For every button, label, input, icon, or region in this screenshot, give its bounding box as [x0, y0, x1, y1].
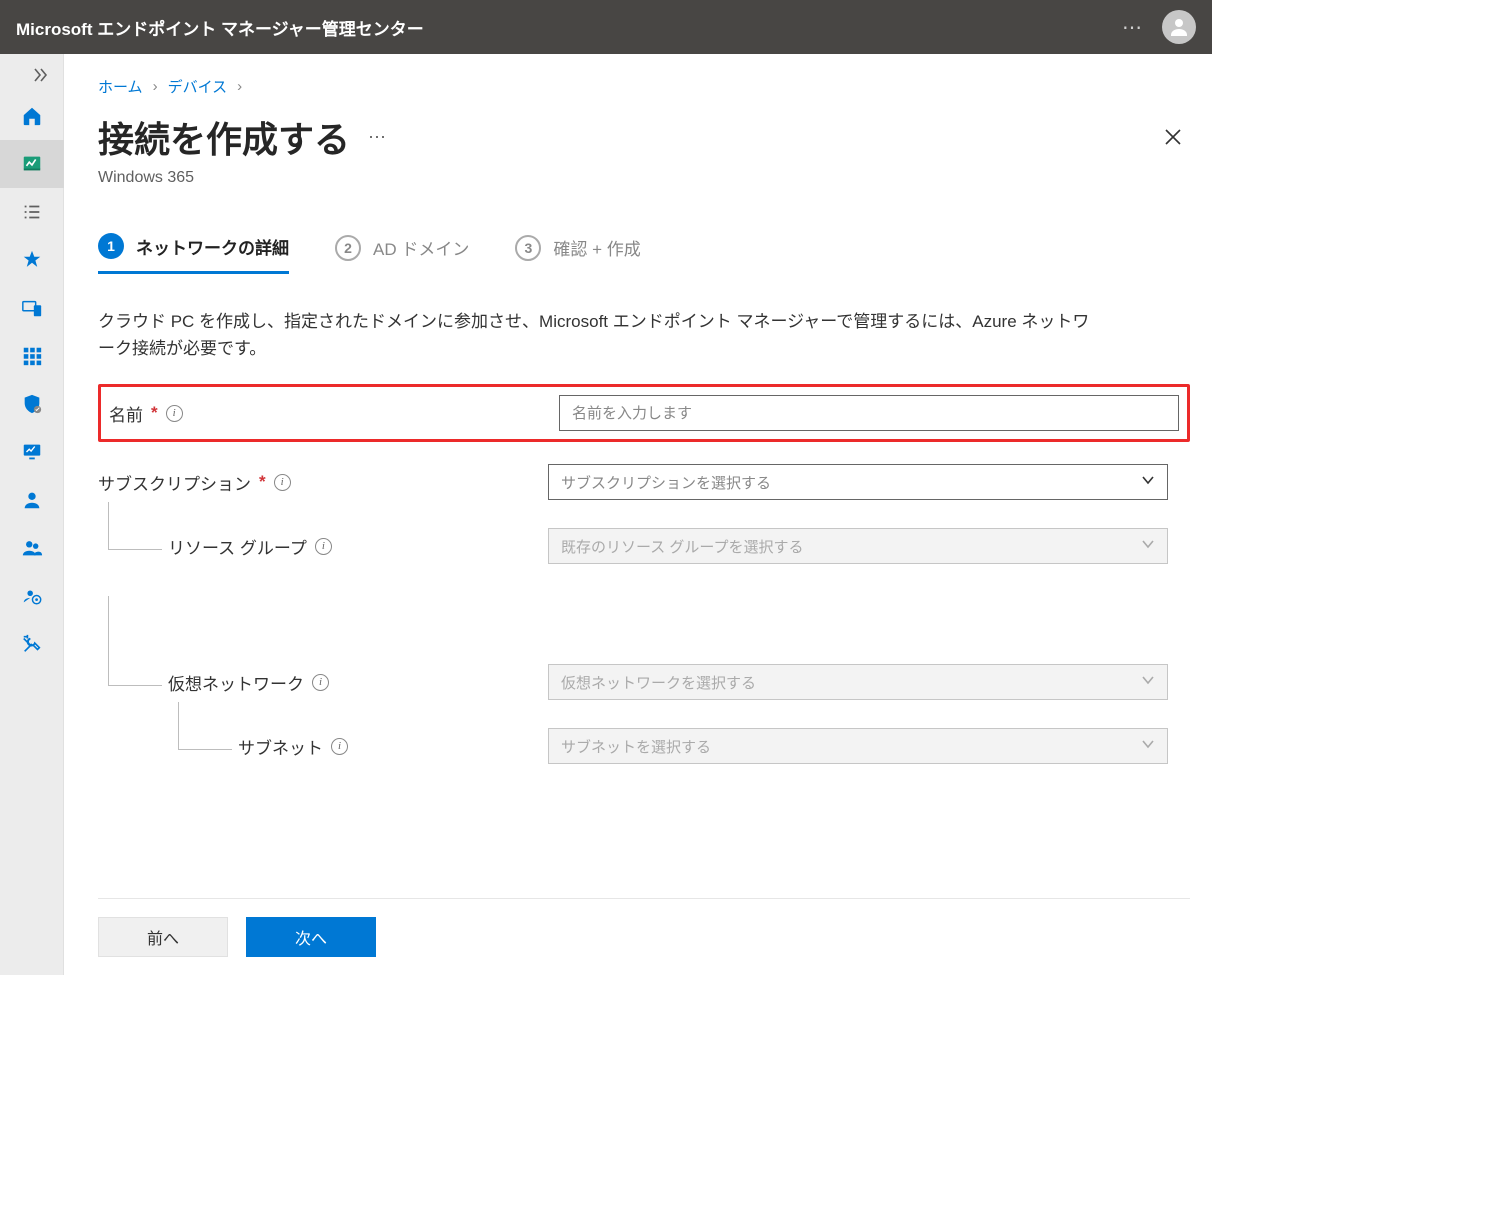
breadcrumb-home[interactable]: ホーム — [98, 76, 143, 97]
monitor-chart-icon — [21, 441, 43, 463]
breadcrumb-devices[interactable]: デバイス — [168, 76, 228, 97]
nav-home[interactable] — [0, 92, 64, 140]
left-nav — [0, 54, 64, 975]
row-name: 名前 * i — [98, 384, 1190, 442]
select-placeholder: サブスクリプションを選択する — [561, 472, 771, 493]
wizard-steps: 1 ネットワークの詳細 2 AD ドメイン 3 確認 + 作成 — [98, 233, 1190, 274]
top-bar: Microsoft エンドポイント マネージャー管理センター ⋯ — [0, 0, 1212, 54]
select-placeholder: 既存のリソース グループを選択する — [561, 536, 804, 557]
list-icon — [21, 201, 43, 223]
more-icon[interactable]: ⋯ — [1122, 15, 1144, 40]
star-icon — [21, 249, 43, 271]
label-subscription: サブスクリプション — [98, 470, 251, 495]
subscription-select[interactable]: サブスクリプションを選択する — [548, 464, 1168, 500]
breadcrumb: ホーム › デバイス › — [98, 76, 1190, 97]
row-subnet: サブネット i サブネットを選択する — [238, 720, 1190, 772]
grid-icon — [21, 345, 43, 367]
step-label: AD ドメイン — [373, 235, 469, 260]
next-button[interactable]: 次へ — [246, 917, 376, 957]
chevron-down-icon — [1141, 473, 1155, 491]
resource-group-select: 既存のリソース グループを選択する — [548, 528, 1168, 564]
nav-list[interactable] — [0, 188, 64, 236]
chevron-double-right-icon — [33, 68, 49, 82]
user-icon — [21, 489, 43, 511]
step-description: クラウド PC を作成し、指定されたドメインに参加させ、Microsoft エン… — [98, 308, 1098, 362]
nav-users[interactable] — [0, 476, 64, 524]
dashboard-icon — [21, 153, 43, 175]
step-label: 確認 + 作成 — [553, 235, 640, 260]
close-icon — [1164, 128, 1182, 146]
nav-reports[interactable] — [0, 428, 64, 476]
avatar[interactable] — [1162, 10, 1196, 44]
tools-icon — [21, 633, 43, 655]
nav-devices[interactable] — [0, 284, 64, 332]
select-placeholder: サブネットを選択する — [561, 736, 711, 757]
tree-connector — [108, 502, 162, 550]
app-title: Microsoft エンドポイント マネージャー管理センター — [16, 15, 424, 40]
subnet-select: サブネットを選択する — [548, 728, 1168, 764]
form: 名前 * i サブスクリプション * i サブスクリプションを選択する — [98, 384, 1190, 772]
tree-connector — [178, 702, 232, 750]
info-icon[interactable]: i — [166, 405, 183, 422]
main-content: ホーム › デバイス › 接続を作成する ⋯ Windows 365 1 ネット… — [64, 54, 1224, 975]
vnet-select: 仮想ネットワークを選択する — [548, 664, 1168, 700]
step-number: 1 — [98, 233, 124, 259]
name-input[interactable] — [559, 395, 1179, 431]
nav-dashboard[interactable] — [0, 140, 64, 188]
step-number: 3 — [515, 235, 541, 261]
nav-security[interactable] — [0, 380, 64, 428]
nav-tenant[interactable] — [0, 572, 64, 620]
nav-apps[interactable] — [0, 332, 64, 380]
page-subtitle: Windows 365 — [98, 169, 1190, 187]
page-more-icon[interactable]: ⋯ — [368, 127, 386, 148]
label-name: 名前 — [109, 401, 143, 426]
prev-button[interactable]: 前へ — [98, 917, 228, 957]
info-icon[interactable]: i — [312, 674, 329, 691]
row-subscription: サブスクリプション * i サブスクリプションを選択する — [98, 456, 1190, 508]
home-icon — [21, 105, 43, 127]
step-label: ネットワークの詳細 — [136, 234, 289, 259]
select-placeholder: 仮想ネットワークを選択する — [561, 672, 756, 693]
required-marker: * — [259, 472, 266, 492]
nav-troubleshoot[interactable] — [0, 620, 64, 668]
step-network[interactable]: 1 ネットワークの詳細 — [98, 233, 289, 274]
shield-icon — [21, 393, 43, 415]
step-ad-domain[interactable]: 2 AD ドメイン — [335, 233, 469, 274]
chevron-right-icon: › — [153, 78, 158, 95]
tree-connector — [108, 596, 162, 686]
label-resource-group: リソース グループ — [168, 534, 307, 559]
info-icon[interactable]: i — [331, 738, 348, 755]
step-number: 2 — [335, 235, 361, 261]
nav-favorites[interactable] — [0, 236, 64, 284]
wizard-footer: 前へ 次へ — [98, 898, 1190, 975]
chevron-right-icon: › — [237, 78, 242, 95]
row-resource-group: リソース グループ i 既存のリソース グループを選択する — [168, 520, 1190, 572]
page-title: 接続を作成する — [98, 111, 350, 163]
close-button[interactable] — [1156, 120, 1190, 154]
step-review[interactable]: 3 確認 + 作成 — [515, 233, 640, 274]
label-subnet: サブネット — [238, 734, 323, 759]
devices-icon — [21, 297, 43, 319]
chevron-down-icon — [1141, 537, 1155, 555]
info-icon[interactable]: i — [315, 538, 332, 555]
chevron-down-icon — [1141, 737, 1155, 755]
info-icon[interactable]: i — [274, 474, 291, 491]
gear-user-icon — [21, 585, 43, 607]
nav-groups[interactable] — [0, 524, 64, 572]
label-vnet: 仮想ネットワーク — [168, 670, 304, 695]
nav-expand-button[interactable] — [0, 58, 63, 92]
person-icon — [1167, 15, 1191, 39]
chevron-down-icon — [1141, 673, 1155, 691]
users-icon — [21, 537, 43, 559]
row-vnet: 仮想ネットワーク i 仮想ネットワークを選択する — [168, 656, 1190, 708]
required-marker: * — [151, 403, 158, 423]
